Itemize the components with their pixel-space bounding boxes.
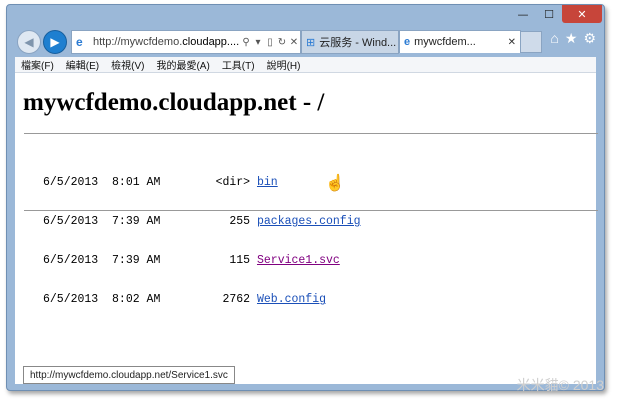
entry-link[interactable]: packages.config (257, 215, 361, 228)
page-content: mywcfdemo.cloudapp.net - / 6/5/2013 8:01… (15, 72, 598, 384)
windows-logo-icon: ⊞ (306, 36, 316, 49)
entry-link[interactable]: Service1.svc (257, 254, 340, 267)
entry-time: 8:02 AM (112, 293, 161, 306)
favorites-star-icon[interactable]: ★ (565, 30, 578, 47)
navigation-bar: ◀ ▶ e http://mywcfdemo.cloudapp.... ⚲ ▾ … (15, 27, 596, 57)
entry-date: 6/5/2013 (43, 254, 99, 267)
entry-size: 2762 (222, 293, 251, 306)
entry-size: 255 (229, 215, 251, 228)
entry-time: 7:39 AM (112, 254, 161, 267)
status-bar: http://mywcfdemo.cloudapp.net/Service1.s… (23, 366, 235, 384)
listing-row: 6/5/2013 7:39 AM 115 Service1.svc (43, 254, 361, 267)
tab-label: 云服务 - Wind... (319, 37, 397, 49)
entry-size: 115 (229, 254, 251, 267)
forward-button[interactable]: ▶ (43, 30, 67, 54)
back-arrow-icon: ◀ (24, 35, 34, 49)
menu-edit[interactable]: 編輯(E) (66, 57, 99, 72)
compatibility-icon[interactable]: ▯ (264, 37, 276, 48)
divider-top (24, 133, 598, 134)
tab-label: mywcfdem... (414, 36, 476, 48)
menu-tools[interactable]: 工具(T) (222, 57, 255, 72)
refresh-icon[interactable]: ↻ (276, 37, 288, 48)
tab-close-icon[interactable]: ✕ (508, 37, 516, 48)
settings-gear-icon[interactable]: ⚙ (583, 30, 596, 47)
ie-page-icon: e (404, 36, 411, 48)
listing-row: 6/5/2013 8:01 AM <dir> bin (43, 176, 361, 189)
caption-buttons: — ☐ ✕ (510, 5, 602, 23)
menu-view[interactable]: 檢視(V) (111, 57, 144, 72)
entry-link[interactable]: Web.config (257, 293, 326, 306)
menu-bar: 檔案(F) 編輯(E) 檢視(V) 我的最愛(A) 工具(T) 說明(H) (15, 57, 596, 72)
address-url-prefix: http://mywcfdemo. (93, 36, 183, 48)
directory-listing: 6/5/2013 8:01 AM <dir> bin 6/5/2013 7:39… (43, 150, 361, 332)
page-title: mywcfdemo.cloudapp.net - / (23, 89, 325, 116)
back-button[interactable]: ◀ (17, 30, 41, 54)
address-url[interactable]: http://mywcfdemo.cloudapp.... (93, 36, 240, 48)
new-tab-button[interactable] (520, 31, 542, 53)
minimize-button[interactable]: — (510, 5, 536, 23)
divider-bottom (24, 210, 598, 211)
entry-time: 7:39 AM (112, 215, 161, 228)
address-url-domain: cloudapp.... (182, 36, 240, 48)
maximize-button[interactable]: ☐ (536, 5, 562, 23)
browser-tools: ⌂ ★ ⚙ (550, 30, 596, 47)
entry-link[interactable]: bin (257, 176, 278, 189)
hand-cursor-icon: ☝ (325, 175, 345, 192)
search-icon[interactable]: ⚲ (240, 37, 252, 48)
listing-row: 6/5/2013 8:02 AM 2762 Web.config (43, 293, 361, 306)
entry-date: 6/5/2013 (43, 215, 99, 228)
ie-page-icon: e (76, 35, 83, 49)
dropdown-icon[interactable]: ▾ (252, 37, 264, 48)
entry-date: 6/5/2013 (43, 293, 99, 306)
entry-size: <dir> (215, 176, 251, 189)
close-button[interactable]: ✕ (562, 5, 602, 23)
menu-help[interactable]: 說明(H) (267, 57, 301, 72)
stop-icon[interactable]: ✕ (288, 37, 300, 48)
address-bar[interactable]: e http://mywcfdemo.cloudapp.... ⚲ ▾ ▯ ↻ … (71, 30, 301, 54)
entry-time: 8:01 AM (112, 176, 161, 189)
forward-arrow-icon: ▶ (50, 35, 60, 49)
menu-file[interactable]: 檔案(F) (21, 57, 54, 72)
listing-row: 6/5/2013 7:39 AM 255 packages.config (43, 215, 361, 228)
tab-cloud-services[interactable]: ⊞ 云服务 - Wind... (301, 30, 399, 54)
watermark: 米米貓© 2013 (516, 377, 604, 393)
browser-window: — ☐ ✕ ◀ ▶ e http://mywcfdemo.cloudapp...… (6, 4, 605, 391)
entry-date: 6/5/2013 (43, 176, 99, 189)
tab-mywcfdemo[interactable]: e mywcfdem... ✕ (399, 30, 521, 53)
home-icon[interactable]: ⌂ (550, 30, 558, 47)
menu-favorites[interactable]: 我的最愛(A) (156, 57, 209, 72)
